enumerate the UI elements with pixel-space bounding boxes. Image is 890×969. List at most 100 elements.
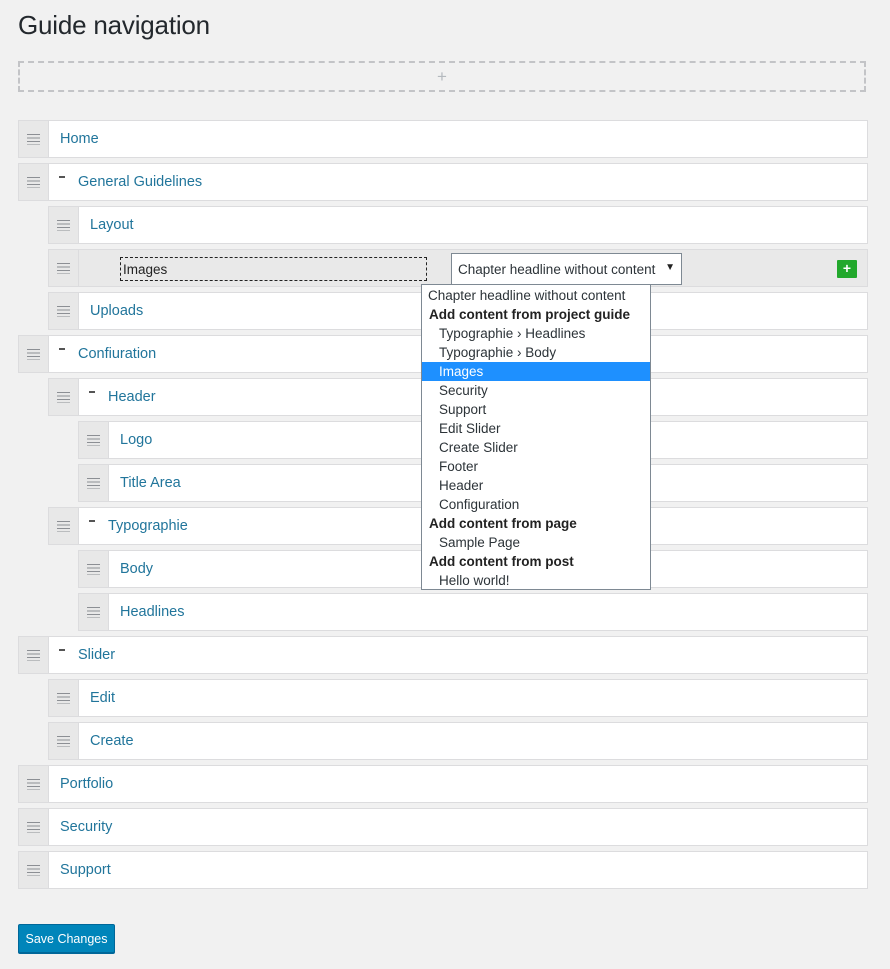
dropdown-optgroup-label: Add content from page bbox=[429, 516, 577, 531]
content-type-select[interactable]: Chapter headline without content ▼ bbox=[451, 253, 682, 285]
collapse-toggle-icon[interactable] bbox=[59, 175, 66, 189]
item-title-input[interactable] bbox=[120, 257, 427, 281]
drag-handle-icon[interactable] bbox=[49, 723, 79, 759]
hamburger-icon bbox=[27, 778, 40, 790]
dropdown-option[interactable]: Configuration bbox=[422, 495, 650, 514]
page-title: Guide navigation bbox=[18, 10, 210, 40]
drag-handle-icon[interactable] bbox=[49, 379, 79, 415]
nav-item-content: Home bbox=[49, 121, 867, 157]
drag-handle-icon[interactable] bbox=[49, 250, 79, 286]
nav-item-create[interactable]: Create bbox=[48, 722, 868, 760]
drag-handle-icon[interactable] bbox=[19, 852, 49, 888]
dropdown-option[interactable]: Sample Page bbox=[422, 533, 650, 552]
dropdown-option[interactable]: Security bbox=[422, 381, 650, 400]
hamburger-icon bbox=[57, 262, 70, 274]
hamburger-icon bbox=[27, 348, 40, 360]
save-changes-button[interactable]: Save Changes bbox=[18, 924, 115, 953]
drag-handle-icon[interactable] bbox=[19, 809, 49, 845]
drag-handle-icon[interactable] bbox=[19, 637, 49, 673]
hamburger-icon bbox=[57, 219, 70, 231]
dropdown-optgroup-label: Add content from project guide bbox=[429, 307, 630, 322]
nav-item-label[interactable]: Body bbox=[120, 561, 153, 577]
plus-icon: + bbox=[437, 67, 447, 86]
dropdown-option[interactable]: Footer bbox=[422, 457, 650, 476]
nav-item-portfolio[interactable]: Portfolio bbox=[18, 765, 868, 803]
nav-item-general-guidelines[interactable]: General Guidelines bbox=[18, 163, 868, 201]
hamburger-icon bbox=[57, 305, 70, 317]
nav-item-label[interactable]: Uploads bbox=[90, 303, 143, 319]
nav-item-label[interactable]: Confiuration bbox=[78, 346, 156, 362]
hamburger-icon bbox=[27, 821, 40, 833]
nav-item-label[interactable]: General Guidelines bbox=[78, 174, 202, 190]
collapse-toggle-icon[interactable] bbox=[59, 648, 66, 662]
nav-item-label[interactable]: Portfolio bbox=[60, 776, 113, 792]
nav-item-label[interactable]: Security bbox=[60, 819, 112, 835]
collapse-toggle-icon[interactable] bbox=[89, 390, 96, 404]
nav-item-security[interactable]: Security bbox=[18, 808, 868, 846]
content-type-dropdown-list[interactable]: Chapter headline without content Add cont… bbox=[421, 284, 651, 590]
nav-item-label[interactable]: Home bbox=[60, 131, 99, 147]
nav-item-label[interactable]: Title Area bbox=[120, 475, 181, 491]
drag-handle-icon[interactable] bbox=[19, 336, 49, 372]
nav-item-slider[interactable]: Slider bbox=[18, 636, 868, 674]
drag-handle-icon[interactable] bbox=[49, 680, 79, 716]
drag-handle-icon[interactable] bbox=[79, 465, 109, 501]
hamburger-icon bbox=[57, 735, 70, 747]
dropdown-option[interactable]: Typographie › Headlines bbox=[422, 324, 650, 343]
nav-item-content: Security bbox=[49, 809, 867, 845]
content-type-select-value: Chapter headline without content bbox=[458, 261, 656, 277]
nav-item-images[interactable]: Chapter headline without content ▼ + bbox=[48, 249, 868, 287]
collapse-toggle-icon[interactable] bbox=[59, 347, 66, 361]
drag-handle-icon[interactable] bbox=[19, 766, 49, 802]
dropdown-option[interactable]: Support bbox=[422, 400, 650, 419]
nav-item-home[interactable]: Home bbox=[18, 120, 868, 158]
dropdown-option[interactable]: Typographie › Body bbox=[422, 343, 650, 362]
nav-item-edit[interactable]: Edit bbox=[48, 679, 868, 717]
nav-item-label[interactable]: Typographie bbox=[108, 518, 188, 534]
nav-item-support[interactable]: Support bbox=[18, 851, 868, 889]
drag-handle-icon[interactable] bbox=[79, 594, 109, 630]
hamburger-icon bbox=[87, 606, 100, 618]
dropdown-option[interactable]: Header bbox=[422, 476, 650, 495]
hamburger-icon bbox=[87, 563, 100, 575]
nav-item-label[interactable]: Slider bbox=[78, 647, 115, 663]
drag-handle-icon[interactable] bbox=[79, 551, 109, 587]
nav-item-content: Portfolio bbox=[49, 766, 867, 802]
nav-item-headlines[interactable]: Headlines bbox=[78, 593, 868, 631]
drag-handle-icon[interactable] bbox=[79, 422, 109, 458]
hamburger-icon bbox=[57, 520, 70, 532]
nav-item-label[interactable]: Header bbox=[108, 389, 156, 405]
dropdown-option[interactable]: Images bbox=[422, 362, 650, 381]
dropdown-optgroup-label: Add content from post bbox=[429, 554, 574, 569]
dropdown-option[interactable]: Hello world! bbox=[422, 571, 650, 590]
nav-item-label[interactable]: Logo bbox=[120, 432, 152, 448]
collapse-toggle-icon[interactable] bbox=[89, 519, 96, 533]
drag-handle-icon[interactable] bbox=[49, 508, 79, 544]
hamburger-icon bbox=[87, 434, 100, 446]
nav-item-label[interactable]: Support bbox=[60, 862, 111, 878]
nav-item-label[interactable]: Edit bbox=[90, 690, 115, 706]
dropdown-option[interactable]: Edit Slider bbox=[422, 419, 650, 438]
nav-item-layout[interactable]: Layout bbox=[48, 206, 868, 244]
drag-handle-icon[interactable] bbox=[49, 207, 79, 243]
dropdown-option[interactable]: Chapter headline without content bbox=[422, 286, 650, 305]
hamburger-icon bbox=[27, 864, 40, 876]
hamburger-icon bbox=[27, 649, 40, 661]
nav-item-label[interactable]: Create bbox=[90, 733, 134, 749]
nav-item-content: Slider bbox=[49, 637, 867, 673]
nav-item-label[interactable]: Layout bbox=[90, 217, 134, 233]
add-subitem-button[interactable]: + bbox=[837, 260, 857, 278]
nav-item-content: Create bbox=[79, 723, 867, 759]
hamburger-icon bbox=[57, 391, 70, 403]
hamburger-icon bbox=[27, 176, 40, 188]
drag-handle-icon[interactable] bbox=[19, 121, 49, 157]
add-item-dropzone[interactable]: + bbox=[18, 61, 866, 92]
dropdown-option[interactable]: Create Slider bbox=[422, 438, 650, 457]
nav-item-content: General Guidelines bbox=[49, 164, 867, 200]
drag-handle-icon[interactable] bbox=[19, 164, 49, 200]
nav-item-content: Edit bbox=[79, 680, 867, 716]
hamburger-icon bbox=[57, 692, 70, 704]
nav-item-label[interactable]: Headlines bbox=[120, 604, 185, 620]
drag-handle-icon[interactable] bbox=[49, 293, 79, 329]
nav-item-content: Headlines bbox=[109, 594, 867, 630]
